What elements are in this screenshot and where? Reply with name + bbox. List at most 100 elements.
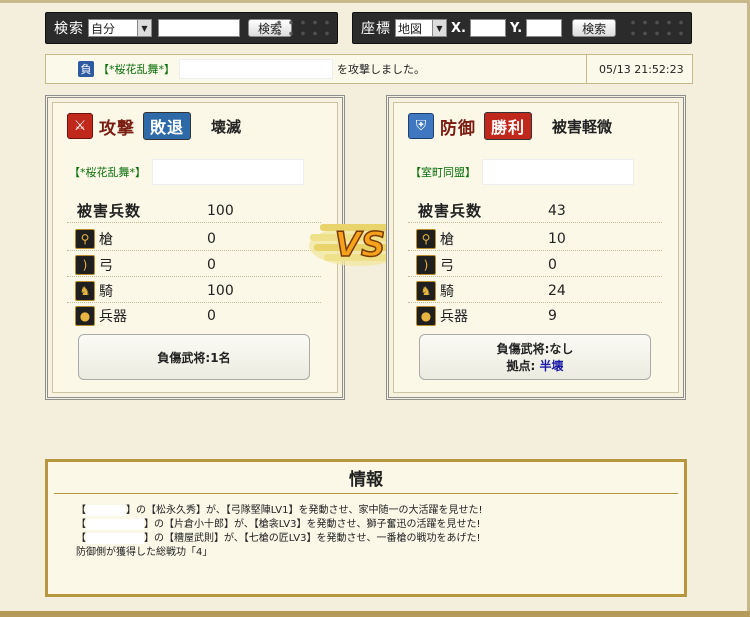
attacker-total-label: 被害兵数 — [77, 202, 142, 220]
x-label: X. — [451, 20, 466, 36]
defender-unit-siege: ● 兵器 9 — [408, 304, 662, 328]
spear-icon: ⚲ — [75, 228, 95, 249]
top-border — [0, 0, 750, 3]
defender-total-label: 被害兵数 — [418, 202, 483, 220]
defender-role-label: 防御 — [440, 118, 476, 139]
unit-value: 0 — [548, 256, 557, 273]
battle-notice: 負 【*桜花乱舞*】 を攻撃しました。 05/13 21:52:23 — [45, 54, 693, 84]
y-coordinate-input[interactable] — [526, 19, 563, 37]
defender-unit-bow: ) 弓 0 — [408, 253, 662, 277]
defender-alliance-link[interactable]: 【室町同盟】 — [410, 164, 476, 180]
attacker-unit-cavalry: ♞ 騎 100 — [67, 279, 321, 303]
attacker-role-label: 攻撃 — [99, 118, 135, 139]
attacker-total-row: 被害兵数 100 — [67, 199, 321, 223]
notice-timestamp: 05/13 21:52:23 — [599, 62, 684, 76]
coordinate-bar: 座標 地図 ▼ X. Y. 検索 — [352, 12, 692, 44]
bow-icon: ) — [75, 254, 95, 275]
horse-icon: ♞ — [75, 280, 95, 301]
defender-summary-box: 負傷武将:なし 拠点: 半壊 — [419, 334, 651, 380]
battle-log: 【】の【松永久秀】が、【弓隊堅陣LV1】を発動させ、家中随一の大活躍を見せた! … — [76, 504, 482, 560]
search-input[interactable] — [158, 19, 240, 37]
unit-label: 槍 — [440, 231, 454, 248]
y-label: Y. — [509, 20, 523, 36]
unit-value: 0 — [207, 256, 216, 273]
unit-label: 弓 — [99, 257, 113, 274]
log-bracket: 【 — [76, 519, 86, 530]
helmet-shield-icon: ⛨ — [408, 113, 434, 139]
log-text: 】の【片倉小十郎】が、【槍衾LV3】を発動させ、獅子奮迅の活躍を見せた! — [144, 519, 481, 530]
defender-header: ⛨ 防御 勝利 被害軽微 — [394, 103, 678, 149]
chevron-down-icon: ▼ — [137, 20, 151, 36]
log-line: 【 】の【片倉小十郎】が、【槍衾LV3】を発動させ、獅子奮迅の活躍を見せた! — [76, 518, 482, 532]
attacker-panel-inner: ⚔ 攻撃 敗退 壊滅 【*桜花乱舞*】 被害兵数 100 ⚲ 槍 0 ) 弓 0… — [52, 102, 338, 393]
search-bar: 検索 自分 ▼ 検索 — [45, 12, 338, 44]
player-name-redacted — [86, 532, 144, 544]
attacker-total-value: 100 — [207, 202, 234, 219]
unit-value: 0 — [207, 308, 216, 324]
defender-unit-cavalry: ♞ 騎 24 — [408, 279, 662, 303]
defender-unit-spear: ⚲ 槍 10 — [408, 227, 662, 251]
defender-name-redacted — [482, 159, 634, 185]
attacker-unit-siege: ● 兵器 0 — [67, 304, 321, 328]
bow-icon: ) — [416, 254, 436, 275]
chevron-down-icon: ▼ — [432, 20, 446, 36]
unit-label: 弓 — [440, 257, 454, 274]
unit-value: 24 — [548, 282, 566, 299]
log-bracket: 【 — [76, 505, 86, 516]
defeat-badge: 負 — [78, 61, 94, 77]
attacker-panel: ⚔ 攻撃 敗退 壊滅 【*桜花乱舞*】 被害兵数 100 ⚲ 槍 0 ) 弓 0… — [45, 95, 345, 400]
notice-action-text: を攻撃しました。 — [337, 63, 425, 76]
info-panel: 情報 【 】の【松永久秀】が、【弓隊堅陣LV1】を発動させ、家中随一の大活躍を見せ… — [45, 459, 687, 597]
unit-value: 9 — [548, 308, 557, 324]
attacker-header: ⚔ 攻撃 敗退 壊滅 — [53, 103, 337, 149]
attacker-injured-generals: 負傷武将:1名 — [157, 350, 231, 365]
decorative-dots — [627, 17, 687, 39]
log-line: 【 】の【松永久秀】が、【弓隊堅陣LV1】を発動させ、家中随一の大活躍を見せた! — [76, 504, 482, 518]
decorative-dots — [273, 17, 333, 39]
notice-divider — [586, 55, 587, 83]
unit-value: 100 — [207, 282, 234, 299]
defender-panel-inner: ⛨ 防御 勝利 被害軽微 【室町同盟】 被害兵数 43 ⚲ 槍 10 ) 弓 0… — [393, 102, 679, 393]
base-status-label: 拠点: — [506, 359, 536, 373]
spear-icon: ⚲ — [416, 228, 436, 249]
defender-alliance-row: 【室町同盟】 — [410, 159, 634, 185]
attacker-alliance-link[interactable]: 【*桜花乱舞*】 — [69, 164, 146, 180]
coordinate-label: 座標 — [361, 21, 391, 37]
attacker-alliance-row: 【*桜花乱舞*】 — [69, 159, 304, 185]
defender-base-status: 拠点: 半壊 — [506, 357, 563, 374]
attacker-alliance-link[interactable]: 【*桜花乱舞*】 — [98, 61, 175, 77]
info-title: 情報 — [54, 462, 678, 494]
defender-total-value: 43 — [548, 202, 566, 219]
attacker-name-redacted — [152, 159, 304, 185]
defender-status: 被害軽微 — [552, 117, 613, 136]
horse-icon: ♞ — [416, 280, 436, 301]
log-text: 】の【糟屋武則】が、【七槍の匠LV3】を発動させ、一番槍の戦功をあげた! — [144, 533, 481, 544]
search-label: 検索 — [54, 21, 84, 37]
search-scope-value: 自分 — [91, 21, 116, 36]
attacker-unit-spear: ⚲ 槍 0 — [67, 227, 321, 251]
defender-injured-generals: 負傷武将:なし — [496, 342, 574, 356]
defender-panel: ⛨ 防御 勝利 被害軽微 【室町同盟】 被害兵数 43 ⚲ 槍 10 ) 弓 0… — [386, 95, 686, 400]
base-status-value: 半壊 — [539, 359, 564, 373]
unit-value: 10 — [548, 230, 566, 247]
coordinate-search-button[interactable]: 検索 — [572, 19, 617, 37]
log-bracket: 【 — [76, 533, 86, 544]
player-name-redacted — [86, 518, 144, 530]
x-coordinate-input[interactable] — [469, 19, 506, 37]
log-line: 【 】の【糟屋武則】が、【七槍の匠LV3】を発動させ、一番槍の戦功をあげた! — [76, 532, 482, 546]
attacker-status: 壊滅 — [211, 117, 242, 136]
map-select[interactable]: 地図 ▼ — [395, 19, 447, 37]
unit-label: 槍 — [99, 231, 113, 248]
unit-label: 騎 — [99, 283, 113, 300]
unit-value: 0 — [207, 230, 216, 247]
attacker-unit-bow: ) 弓 0 — [67, 253, 321, 277]
target-name-redacted — [179, 59, 333, 79]
siege-icon: ● — [75, 306, 95, 326]
attacker-result-badge: 敗退 — [143, 112, 192, 140]
search-scope-select[interactable]: 自分 ▼ — [88, 19, 152, 37]
bottom-border — [0, 611, 750, 617]
unit-label: 兵器 — [99, 309, 127, 325]
unit-label: 騎 — [440, 283, 454, 300]
siege-icon: ● — [416, 306, 436, 326]
map-select-value: 地図 — [398, 21, 423, 36]
